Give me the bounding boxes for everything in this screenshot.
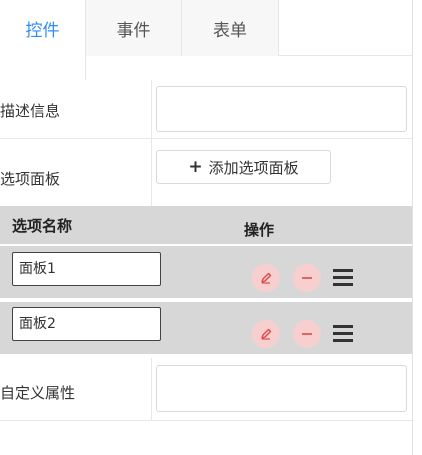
option-name-input[interactable]: 面板1 [12,252,161,286]
divider [151,80,152,138]
tab-label: 表单 [213,20,247,41]
tab-label: 控件 [25,21,60,41]
description-input[interactable] [156,86,407,132]
option-name-input[interactable]: 面板2 [12,307,161,341]
add-option-panel-button[interactable]: + 添加选项面板 [156,150,331,184]
tab-form[interactable]: 表单 [182,0,279,56]
table-row: 面板1 [0,246,412,298]
minus-icon[interactable] [293,320,321,348]
custom-attribute-input[interactable] [156,365,407,412]
divider [151,138,152,206]
tab-controls[interactable]: 控件 [0,0,86,57]
divider [0,420,412,421]
properties-panel: 控件 事件 表单 描述信息 选项面板 + 添加选项面板 选项名称 操作 面板1 [0,0,412,455]
tab-label: 事件 [116,20,151,41]
panel-edge [412,0,422,455]
description-label: 描述信息 [0,102,61,120]
drag-handle-icon[interactable] [333,269,353,287]
plus-icon: + [188,157,203,177]
minus-icon[interactable] [293,264,321,292]
tab-bar: 控件 事件 表单 [0,0,412,57]
tab-events[interactable]: 事件 [86,0,182,56]
custom-attribute-label: 自定义属性 [0,384,76,402]
add-option-label: 添加选项面板 [208,158,299,177]
column-header-actions: 操作 [244,221,275,239]
column-header-name: 选项名称 [12,217,73,235]
edit-icon[interactable] [252,264,280,292]
option-name-value: 面板1 [19,261,56,277]
option-name-value: 面板2 [19,316,56,332]
divider [151,358,152,420]
drag-handle-icon[interactable] [333,325,353,343]
options-table-header: 选项名称 操作 [0,206,412,244]
options-panel-label: 选项面板 [0,170,61,188]
divider [85,56,86,80]
divider [0,138,412,139]
table-row: 面板2 [0,302,412,354]
edit-icon[interactable] [252,320,280,348]
